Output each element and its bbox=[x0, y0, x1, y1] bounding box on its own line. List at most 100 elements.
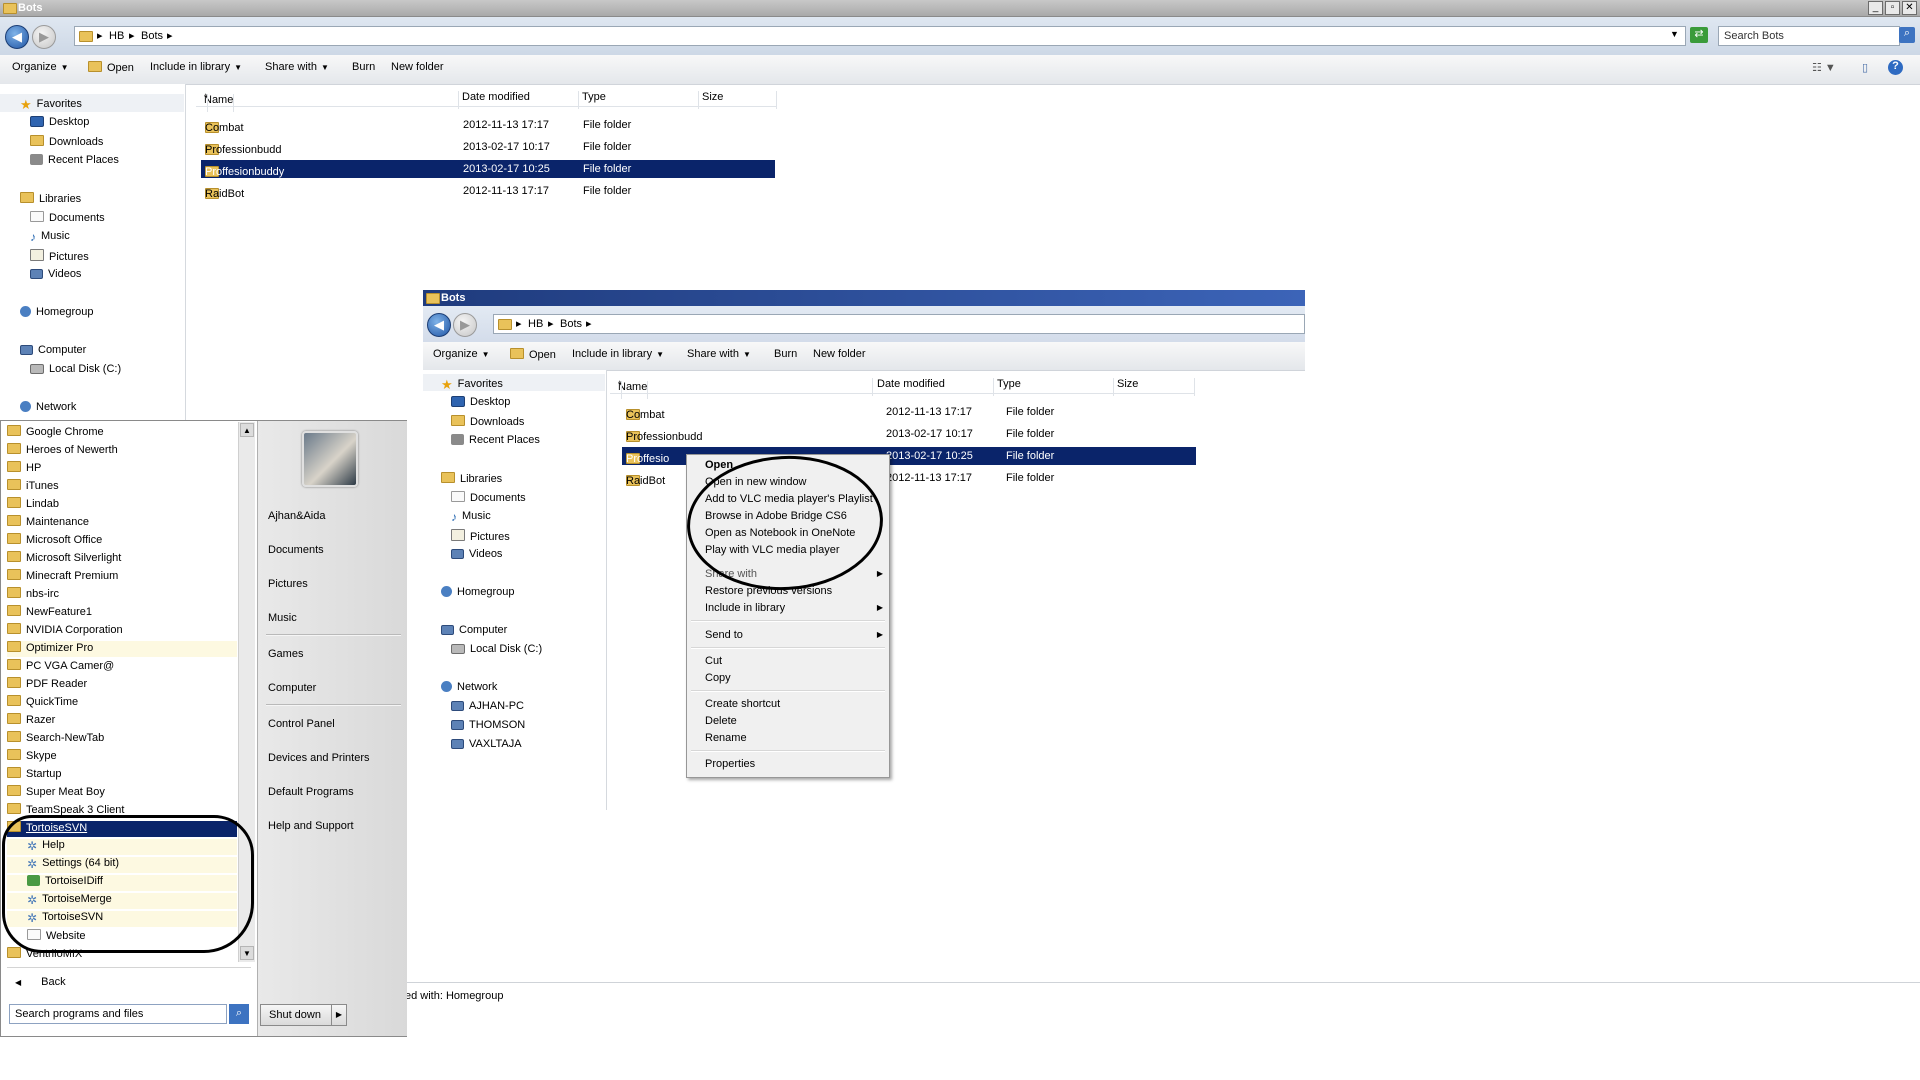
close-button[interactable]: ✕ bbox=[1902, 1, 1917, 15]
inner-nav-downloads[interactable]: Downloads bbox=[451, 415, 524, 428]
nav-local-disk[interactable]: Local Disk (C:) bbox=[30, 363, 121, 375]
tortoise-settings[interactable]: ✲ Settings (64 bit) bbox=[7, 857, 237, 873]
refresh-icon[interactable]: ⇄ bbox=[1690, 27, 1708, 43]
breadcrumb-bots[interactable]: Bots bbox=[141, 30, 163, 42]
inner-nav-pc-thomson[interactable]: THOMSON bbox=[451, 719, 525, 731]
open-button[interactable]: Open bbox=[88, 61, 134, 74]
menu-onenote[interactable]: Open as Notebook in OneNote bbox=[705, 527, 855, 539]
inner-breadcrumb-hb[interactable]: HB bbox=[528, 318, 543, 330]
program-item[interactable]: PDF Reader bbox=[7, 677, 87, 693]
menu-send-to[interactable]: Send to bbox=[705, 629, 743, 641]
start-right-devices[interactable]: Devices and Printers bbox=[268, 752, 370, 764]
inner-address-bar[interactable]: ▸ HB ▸ Bots ▸ bbox=[493, 314, 1305, 334]
inner-open-button[interactable]: Open bbox=[510, 348, 556, 361]
inner-nav-pc-vaxltaja[interactable]: VAXLTAJA bbox=[451, 738, 522, 750]
nav-libraries[interactable]: Libraries bbox=[20, 192, 81, 205]
nav-favorites[interactable]: ★ Favorites bbox=[20, 97, 82, 113]
inner-new-folder-button[interactable]: New folder bbox=[813, 348, 866, 360]
program-item[interactable]: Super Meat Boy bbox=[7, 785, 105, 801]
program-item[interactable]: NVIDIA Corporation bbox=[7, 623, 123, 639]
inner-nav-homegroup[interactable]: Homegroup bbox=[441, 586, 514, 598]
tortoise-idiff[interactable]: TortoiseIDiff bbox=[7, 875, 237, 891]
column-date[interactable]: Date modified bbox=[458, 91, 579, 109]
inner-column-size[interactable]: Size bbox=[1113, 378, 1195, 396]
inner-nav-pictures[interactable]: Pictures bbox=[451, 529, 510, 543]
menu-adobe-bridge[interactable]: Browse in Adobe Bridge CS6 bbox=[705, 510, 847, 522]
nav-computer[interactable]: Computer bbox=[20, 344, 86, 356]
program-item[interactable]: VentriloMIX bbox=[7, 947, 82, 963]
inner-column-date[interactable]: Date modified bbox=[873, 378, 994, 396]
view-options-icon[interactable]: ☷ ▼ bbox=[1812, 61, 1836, 74]
table-row-selected[interactable]: Proffesionbuddy 2013-02-17 10:25 File fol… bbox=[201, 160, 775, 178]
tortoise-merge[interactable]: ✲ TortoiseMerge bbox=[7, 893, 237, 909]
shutdown-button[interactable]: Shut down bbox=[260, 1004, 332, 1026]
start-right-games[interactable]: Games bbox=[268, 648, 303, 660]
nav-desktop[interactable]: Desktop bbox=[30, 116, 89, 128]
back-button[interactable]: ◀ bbox=[5, 25, 29, 49]
tortoise-svn[interactable]: ✲ TortoiseSVN bbox=[7, 911, 237, 927]
program-item[interactable]: Razer bbox=[7, 713, 55, 729]
programs-scrollbar[interactable]: ▲ ▼ bbox=[238, 422, 255, 962]
start-right-computer[interactable]: Computer bbox=[268, 682, 316, 694]
program-item[interactable]: nbs-irc bbox=[7, 587, 59, 603]
inner-nav-computer[interactable]: Computer bbox=[441, 624, 507, 636]
program-item[interactable]: Lindab bbox=[7, 497, 59, 513]
search-icon[interactable]: ⌕ bbox=[229, 1004, 249, 1024]
tortoise-website[interactable]: Website bbox=[7, 929, 86, 945]
column-name[interactable]: Name ^ bbox=[196, 91, 459, 112]
minimize-button[interactable]: _ bbox=[1868, 1, 1883, 15]
inner-nav-desktop[interactable]: Desktop bbox=[451, 396, 510, 408]
menu-properties[interactable]: Properties bbox=[705, 758, 755, 770]
menu-open[interactable]: Open bbox=[705, 459, 733, 471]
nav-divider[interactable] bbox=[185, 84, 186, 420]
start-right-user[interactable]: Ajhan&Aida bbox=[268, 510, 326, 522]
program-item[interactable]: TeamSpeak 3 Client bbox=[7, 803, 124, 819]
start-right-music[interactable]: Music bbox=[268, 612, 297, 624]
nav-pictures[interactable]: Pictures bbox=[30, 249, 89, 263]
inner-column-type[interactable]: Type bbox=[993, 378, 1114, 396]
scroll-up-icon[interactable]: ▲ bbox=[240, 423, 254, 437]
search-icon[interactable]: ⌕ bbox=[1899, 27, 1915, 43]
inner-nav-videos[interactable]: Videos bbox=[451, 548, 502, 560]
avatar[interactable] bbox=[302, 431, 358, 487]
inner-nav-favorites[interactable]: ★ Favorites bbox=[441, 377, 503, 393]
organize-button[interactable]: Organize ▼ bbox=[12, 61, 69, 73]
inner-nav-recent-places[interactable]: Recent Places bbox=[451, 434, 540, 446]
inner-column-name[interactable]: Name ^ bbox=[610, 378, 873, 399]
start-right-documents[interactable]: Documents bbox=[268, 544, 324, 556]
share-with-button[interactable]: Share with ▼ bbox=[265, 61, 329, 73]
menu-vlc-add[interactable]: Add to VLC media player's Playlist bbox=[705, 493, 873, 505]
start-right-help[interactable]: Help and Support bbox=[268, 820, 354, 832]
menu-open-new-window[interactable]: Open in new window bbox=[705, 476, 807, 488]
tortoise-help[interactable]: ✲ Help bbox=[7, 839, 237, 855]
program-item[interactable]: NewFeature1 bbox=[7, 605, 92, 621]
column-type[interactable]: Type bbox=[578, 91, 699, 109]
inner-share-with-button[interactable]: Share with ▼ bbox=[687, 348, 751, 360]
column-size[interactable]: Size bbox=[698, 91, 777, 109]
program-item[interactable]: Skype bbox=[7, 749, 57, 765]
nav-network[interactable]: Network bbox=[20, 401, 76, 413]
help-icon[interactable]: ? bbox=[1888, 60, 1903, 75]
inner-nav-documents[interactable]: Documents bbox=[451, 491, 526, 504]
start-search-input[interactable]: Search programs and files bbox=[9, 1004, 227, 1024]
program-item[interactable]: Maintenance bbox=[7, 515, 89, 531]
inner-breadcrumb-bots[interactable]: Bots bbox=[560, 318, 582, 330]
program-item[interactable]: QuickTime bbox=[7, 695, 78, 711]
inner-nav-libraries[interactable]: Libraries bbox=[441, 472, 502, 485]
address-dropdown-icon[interactable]: ▼ bbox=[1670, 29, 1679, 39]
preview-pane-icon[interactable]: ▯ bbox=[1862, 61, 1868, 74]
menu-vlc-play[interactable]: Play with VLC media player bbox=[705, 544, 840, 556]
nav-recent-places[interactable]: Recent Places bbox=[30, 154, 119, 166]
program-item[interactable]: iTunes bbox=[7, 479, 59, 495]
program-item[interactable]: Search-NewTab bbox=[7, 731, 104, 747]
nav-homegroup[interactable]: Homegroup bbox=[20, 306, 93, 318]
program-item[interactable]: Optimizer Pro bbox=[7, 641, 237, 657]
menu-cut[interactable]: Cut bbox=[705, 655, 722, 667]
forward-button[interactable]: ▶ bbox=[32, 25, 56, 49]
table-row[interactable]: Combat 2012-11-13 17:17 File folder bbox=[622, 403, 1196, 421]
menu-create-shortcut[interactable]: Create shortcut bbox=[705, 698, 780, 710]
program-item[interactable]: Heroes of Newerth bbox=[7, 443, 118, 459]
program-item[interactable]: Microsoft Silverlight bbox=[7, 551, 121, 567]
menu-include-library[interactable]: Include in library bbox=[705, 602, 785, 614]
outer-address-bar[interactable]: ▸ HB ▸ Bots ▸ ▼ bbox=[74, 26, 1686, 46]
